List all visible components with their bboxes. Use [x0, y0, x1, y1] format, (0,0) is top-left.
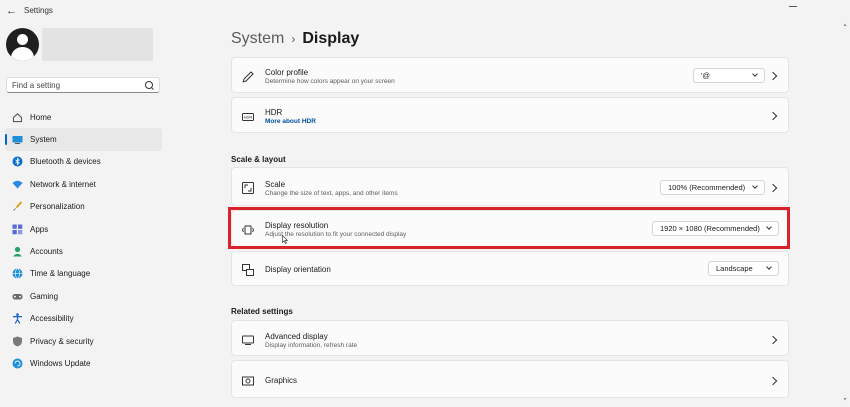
accessibility-icon	[12, 313, 23, 325]
color-profile-card[interactable]: Color profile Determine how colors appea…	[231, 57, 789, 93]
shield-icon	[12, 336, 23, 347]
scale-card[interactable]: Scale Change the size of text, apps, and…	[231, 167, 789, 206]
resolution-icon	[241, 223, 255, 235]
sidebar-item-accounts[interactable]: Accounts	[5, 240, 162, 262]
gamepad-icon	[12, 291, 23, 302]
advanced-display-card[interactable]: Advanced display Display information, re…	[231, 320, 789, 356]
hdr-title: HDR	[265, 108, 283, 117]
color-profile-dropdown[interactable]: '@	[693, 68, 765, 83]
graphics-card[interactable]: Graphics	[231, 360, 789, 398]
advanced-display-title: Advanced display	[265, 332, 328, 341]
scale-title: Scale	[265, 180, 286, 189]
chevron-down-icon	[752, 71, 758, 77]
orientation-icon	[242, 263, 254, 276]
avatar-body	[11, 47, 34, 61]
home-icon	[12, 112, 23, 123]
display-resolution-card[interactable]: Display resolution Adjust the resolution…	[231, 210, 789, 247]
scrollbar[interactable]	[843, 22, 847, 402]
chevron-down-icon	[766, 224, 772, 230]
color-profile-subtitle: Determine how colors appear on your scre…	[265, 78, 395, 85]
page-title: Display	[302, 30, 360, 47]
chevron-right-icon	[768, 111, 778, 121]
color-profile-title: Color profile	[265, 68, 309, 77]
hdr-card[interactable]: HDR HDR More about HDR	[231, 97, 789, 133]
search-box[interactable]	[6, 77, 160, 93]
display-resolution-dropdown[interactable]: 1920 × 1080 (Recommended)	[652, 221, 779, 236]
sidebar-item-apps[interactable]: Apps	[5, 218, 162, 240]
advanced-display-subtitle: Display information, refresh rate	[265, 342, 358, 349]
sidebar-item-accessibility[interactable]: Accessibility	[5, 308, 162, 330]
user-name-placeholder	[42, 28, 153, 61]
system-icon	[12, 134, 23, 145]
monitor-icon	[242, 333, 254, 345]
svg-text:HDR: HDR	[244, 115, 253, 120]
chevron-right-icon	[768, 335, 778, 345]
scale-icon	[242, 181, 254, 194]
sidebar-item-home[interactable]: Home	[5, 106, 162, 128]
sidebar-nav: Home System Bluetooth & devices Network …	[5, 106, 162, 375]
minimize-button[interactable]	[786, 2, 800, 10]
bluetooth-icon	[12, 156, 23, 167]
breadcrumb-separator: ›	[291, 32, 296, 46]
section-related-settings: Related settings	[231, 307, 293, 316]
globe-icon	[12, 268, 23, 280]
apps-icon	[12, 224, 23, 235]
breadcrumb: System › Display	[231, 30, 359, 48]
display-orientation-card[interactable]: Display orientation Landscape	[231, 251, 789, 286]
chevron-right-icon	[768, 183, 778, 193]
pen-icon	[242, 70, 254, 83]
sidebar-item-windows-update[interactable]: Windows Update	[5, 352, 162, 374]
title-bar: ← Settings	[0, 0, 850, 22]
hdr-icon: HDR	[242, 110, 254, 122]
sidebar-item-bluetooth[interactable]: Bluetooth & devices	[5, 151, 162, 173]
avatar[interactable]	[6, 28, 39, 61]
chevron-down-icon	[766, 264, 772, 270]
hdr-more-link[interactable]: More about HDR	[265, 118, 316, 125]
back-arrow-icon[interactable]: ←	[6, 5, 18, 17]
section-scale-layout: Scale & layout	[231, 155, 286, 164]
brush-icon	[12, 201, 23, 212]
sidebar-item-network[interactable]: Network & internet	[5, 173, 162, 195]
graphics-title: Graphics	[265, 376, 298, 385]
update-icon	[12, 358, 23, 369]
chevron-down-icon	[752, 183, 758, 189]
chevron-right-icon	[768, 71, 778, 81]
sidebar-item-time-language[interactable]: Time & language	[5, 263, 162, 285]
avatar-head	[17, 34, 28, 45]
scale-subtitle: Change the size of text, apps, and other…	[265, 190, 398, 197]
mouse-cursor-icon	[282, 231, 289, 244]
graphics-card-icon	[242, 374, 254, 386]
search-input[interactable]	[12, 79, 142, 91]
chevron-right-icon	[768, 376, 778, 386]
sidebar-item-gaming[interactable]: Gaming	[5, 285, 162, 307]
display-resolution-title: Display resolution	[265, 221, 329, 230]
display-orientation-dropdown[interactable]: Landscape	[708, 261, 779, 276]
accounts-icon	[12, 246, 23, 257]
sidebar-item-privacy[interactable]: Privacy & security	[5, 330, 162, 352]
network-icon	[12, 179, 23, 190]
app-title: Settings	[24, 6, 53, 15]
scale-dropdown[interactable]: 100% (Recommended)	[660, 180, 765, 195]
sidebar-item-personalization[interactable]: Personalization	[5, 196, 162, 218]
breadcrumb-parent[interactable]: System	[231, 30, 284, 47]
sidebar-item-system[interactable]: System	[5, 128, 162, 151]
display-orientation-title: Display orientation	[265, 265, 331, 274]
search-icon[interactable]	[145, 81, 153, 89]
